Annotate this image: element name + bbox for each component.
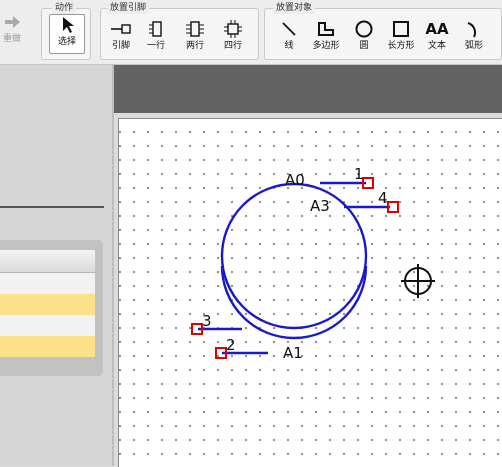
pin-icon <box>110 19 132 39</box>
pin-tool-button[interactable]: 引脚 <box>103 19 139 57</box>
redo-label: 重做 <box>2 34 21 44</box>
line-tool-button[interactable]: 线 <box>271 19 307 57</box>
circle-label: 圆 <box>359 41 369 51</box>
line-icon <box>280 19 298 39</box>
list-row[interactable] <box>0 273 95 294</box>
redo-arrow-icon <box>3 12 21 32</box>
select-tool-button[interactable]: 选择 <box>49 14 85 54</box>
list-row[interactable] <box>0 294 95 315</box>
two-row-chip-icon <box>185 19 205 39</box>
circle-tool-button[interactable]: 圆 <box>346 19 382 57</box>
two-row-label: 两行 <box>185 41 204 51</box>
action-group-title: 动作 <box>52 3 77 14</box>
rectangle-tool-button[interactable]: 长方形 <box>383 19 419 57</box>
list-row[interactable] <box>0 336 95 357</box>
list-row[interactable] <box>0 315 95 336</box>
object-group: 放置对象 线 多边形 圆 长方形 AA 文本 弧形 <box>264 3 502 60</box>
pin-group-title: 放置引脚 <box>107 3 150 14</box>
pin-group: 放置引脚 引脚 一行 两行 四行 <box>100 3 259 60</box>
polygon-tool-button[interactable]: 多边形 <box>308 19 344 57</box>
toolbar: 重做 动作 选择 放置引脚 引脚 一行 两行 四行 放置对象 线 多边形 圆 长… <box>0 0 502 65</box>
rectangle-label: 长方形 <box>387 41 415 51</box>
line-label: 线 <box>284 41 294 51</box>
four-row-chip-icon <box>223 19 243 39</box>
arc-icon <box>464 19 484 39</box>
drawing-canvas[interactable] <box>118 118 502 467</box>
action-group: 动作 选择 <box>41 3 91 60</box>
four-row-label: 四行 <box>223 41 242 51</box>
one-row-label: 一行 <box>146 41 165 51</box>
arc-tool-button[interactable]: 弧形 <box>456 19 492 57</box>
canvas-header <box>114 65 502 113</box>
object-group-title: 放置对象 <box>273 3 316 14</box>
polygon-label: 多边形 <box>312 41 340 51</box>
polygon-icon <box>316 19 336 39</box>
one-row-chip-icon <box>148 19 164 39</box>
panel-splitter[interactable] <box>112 65 114 466</box>
text-tool-button[interactable]: AA 文本 <box>419 19 455 57</box>
rectangle-icon <box>391 19 411 39</box>
cursor-arrow-icon <box>60 15 74 35</box>
two-row-tool-button[interactable]: 两行 <box>177 19 213 57</box>
four-row-tool-button[interactable]: 四行 <box>215 19 251 57</box>
one-row-tool-button[interactable]: 一行 <box>138 19 174 57</box>
pin-label: 引脚 <box>111 41 130 51</box>
select-label: 选择 <box>57 37 76 47</box>
list-header <box>0 250 95 273</box>
circle-icon <box>354 19 374 39</box>
redo-button[interactable]: 重做 <box>0 12 30 50</box>
arc-label: 弧形 <box>464 41 483 51</box>
text-aa-icon: AA <box>425 20 449 38</box>
panel-divider <box>0 206 104 208</box>
text-label: 文本 <box>427 41 446 51</box>
